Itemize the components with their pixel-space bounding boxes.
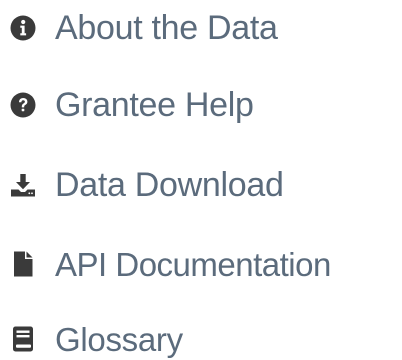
menu-item-about-the-data[interactable]: About the Data [8,3,278,53]
file-icon [8,249,38,279]
download-icon [8,170,38,200]
menu-item-label: API Documentation [55,245,331,283]
menu-item-data-download[interactable]: Data Download [8,160,284,210]
menu-item-glossary[interactable]: Glossary [8,314,183,360]
help-resources-menu: About the Data Grantee Help Data Downloa… [0,0,402,360]
menu-item-grantee-help[interactable]: Grantee Help [8,80,254,130]
menu-item-label: About the Data [55,9,278,47]
question-circle-icon [8,90,38,120]
menu-item-label: Grantee Help [55,86,254,124]
menu-item-label: Glossary [55,320,183,358]
book-icon [8,324,38,354]
menu-item-label: Data Download [55,166,284,204]
info-circle-icon [8,13,38,43]
menu-item-api-documentation[interactable]: API Documentation [8,239,331,289]
